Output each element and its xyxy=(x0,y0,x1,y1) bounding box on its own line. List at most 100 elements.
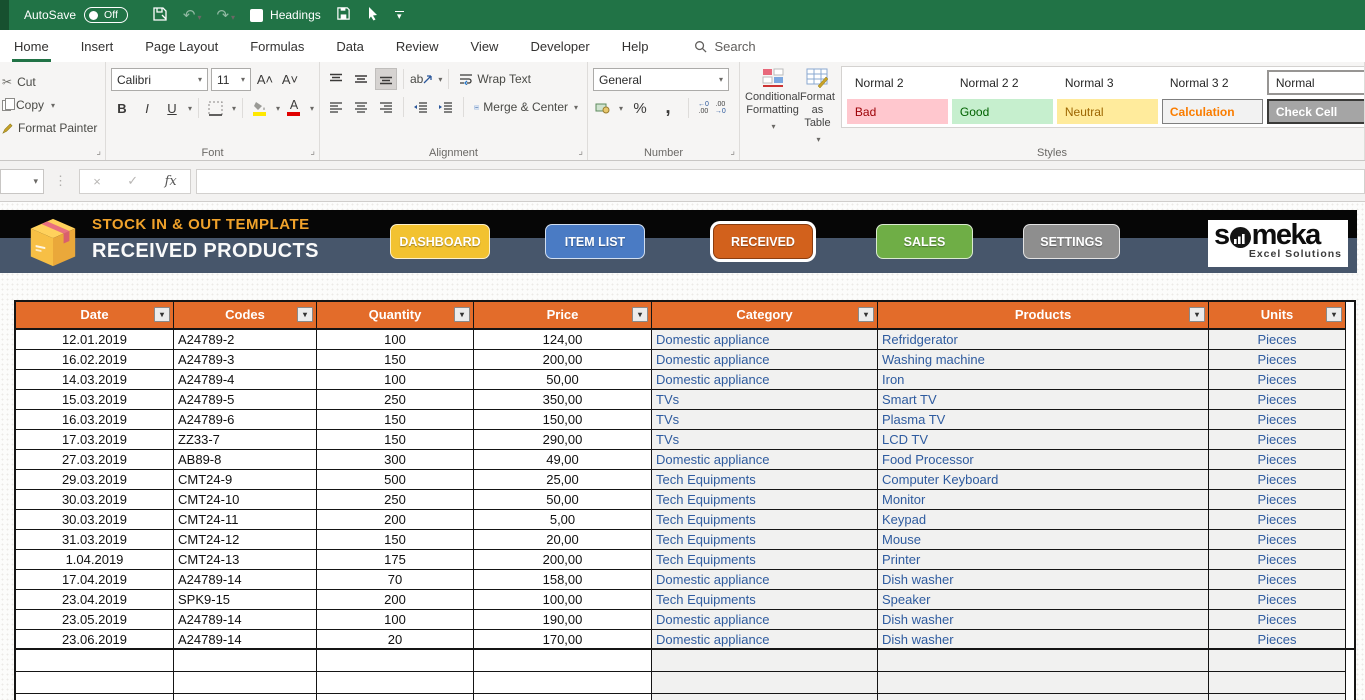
cell-price[interactable]: 50,00 xyxy=(474,490,652,510)
tab-formulas[interactable]: Formulas xyxy=(248,30,306,62)
cell-style-normal[interactable]: Normal xyxy=(1267,70,1365,95)
cell-quantity[interactable]: 200 xyxy=(317,590,474,610)
cell-unit[interactable]: Pieces xyxy=(1209,470,1346,490)
someka-logo[interactable]: smeka Excel Solutions xyxy=(1208,220,1348,267)
worksheet-area[interactable]: STOCK IN & OUT TEMPLATE RECEIVED PRODUCT… xyxy=(0,202,1365,700)
merge-dropdown-icon[interactable]: ▾ xyxy=(574,103,578,112)
bold-button[interactable]: B xyxy=(111,97,133,119)
decrease-decimal-button[interactable]: .00→0 xyxy=(715,101,726,115)
cell-code[interactable]: A24789-5 xyxy=(174,390,317,410)
empty-cell[interactable] xyxy=(652,650,878,672)
cell-product[interactable]: Mouse xyxy=(878,530,1209,550)
cell-unit[interactable]: Pieces xyxy=(1209,430,1346,450)
cell-quantity[interactable]: 150 xyxy=(317,410,474,430)
empty-cell[interactable] xyxy=(878,672,1209,694)
cell-code[interactable]: ZZ33-7 xyxy=(174,430,317,450)
tab-page-layout[interactable]: Page Layout xyxy=(143,30,220,62)
cell-date[interactable]: 29.03.2019 xyxy=(16,470,174,490)
empty-cell[interactable] xyxy=(16,650,174,672)
filter-button-price[interactable]: ▾ xyxy=(632,307,648,322)
cell-code[interactable]: CMT24-11 xyxy=(174,510,317,530)
cell-unit[interactable]: Pieces xyxy=(1209,570,1346,590)
alignment-dialog-launcher[interactable]: ⌟ xyxy=(578,147,583,157)
cell-unit[interactable]: Pieces xyxy=(1209,490,1346,510)
cell-quantity[interactable]: 150 xyxy=(317,350,474,370)
cell-price[interactable]: 25,00 xyxy=(474,470,652,490)
cell-price[interactable]: 200,00 xyxy=(474,550,652,570)
empty-cell[interactable] xyxy=(16,694,174,700)
cell-code[interactable]: A24789-2 xyxy=(174,330,317,350)
accounting-format-button[interactable] xyxy=(593,97,611,119)
align-right-button[interactable] xyxy=(375,96,397,118)
cell-unit[interactable]: Pieces xyxy=(1209,410,1346,430)
cell-code[interactable]: A24789-14 xyxy=(174,630,317,650)
cell-category[interactable]: Domestic appliance xyxy=(652,450,878,470)
grow-font-button[interactable]: A˄ xyxy=(254,69,276,91)
cell-price[interactable]: 170,00 xyxy=(474,630,652,650)
cell-quantity[interactable]: 150 xyxy=(317,430,474,450)
cell-product[interactable]: Monitor xyxy=(878,490,1209,510)
number-dialog-launcher[interactable]: ⌟ xyxy=(730,147,735,157)
underline-dropdown-icon[interactable]: ▾ xyxy=(188,104,192,113)
cell-unit[interactable]: Pieces xyxy=(1209,330,1346,350)
save-icon[interactable] xyxy=(336,6,351,24)
cell-unit[interactable]: Pieces xyxy=(1209,630,1346,650)
cell-price[interactable]: 158,00 xyxy=(474,570,652,590)
cell-product[interactable]: Iron xyxy=(878,370,1209,390)
tab-view[interactable]: View xyxy=(469,30,501,62)
cell-category[interactable]: Tech Equipments xyxy=(652,590,878,610)
cell-category[interactable]: Domestic appliance xyxy=(652,630,878,650)
cell-price[interactable]: 350,00 xyxy=(474,390,652,410)
cell-code[interactable]: CMT24-9 xyxy=(174,470,317,490)
tab-home[interactable]: Home xyxy=(12,30,51,62)
cell-product[interactable]: Computer Keyboard xyxy=(878,470,1209,490)
cell-style-normal-2-2[interactable]: Normal 2 2 xyxy=(952,70,1053,95)
formula-bar-handle[interactable]: ⋮ xyxy=(54,173,67,189)
cell-date[interactable]: 23.06.2019 xyxy=(16,630,174,650)
empty-cell[interactable] xyxy=(652,672,878,694)
cell-code[interactable]: CMT24-13 xyxy=(174,550,317,570)
merge-center-button[interactable]: Merge & Center ▾ xyxy=(470,96,582,118)
cell-unit[interactable]: Pieces xyxy=(1209,550,1346,570)
redo-icon[interactable]: ↷▾ xyxy=(216,8,235,23)
empty-cell[interactable] xyxy=(317,694,474,700)
cell-price[interactable]: 100,00 xyxy=(474,590,652,610)
nav-button-item-list[interactable]: ITEM LIST xyxy=(545,224,645,259)
cell-price[interactable]: 190,00 xyxy=(474,610,652,630)
cell-code[interactable]: SPK9-15 xyxy=(174,590,317,610)
cell-quantity[interactable]: 500 xyxy=(317,470,474,490)
wrap-text-button[interactable]: Wrap Text xyxy=(455,68,535,90)
increase-indent-button[interactable] xyxy=(435,96,457,118)
cell-product[interactable]: Smart TV xyxy=(878,390,1209,410)
cell-category[interactable]: Domestic appliance xyxy=(652,330,878,350)
formula-input[interactable] xyxy=(196,169,1365,194)
empty-cell[interactable] xyxy=(174,650,317,672)
cell-date[interactable]: 12.01.2019 xyxy=(16,330,174,350)
cell-category[interactable]: TVs xyxy=(652,410,878,430)
enter-icon[interactable]: ✓ xyxy=(127,173,138,189)
autosave-toggle[interactable]: AutoSave Off xyxy=(24,7,128,23)
cell-date[interactable]: 14.03.2019 xyxy=(16,370,174,390)
cell-category[interactable]: TVs xyxy=(652,390,878,410)
filter-button-codes[interactable]: ▾ xyxy=(297,307,313,322)
increase-decimal-button[interactable]: ←0.00 xyxy=(698,101,709,115)
name-box[interactable]: ▾ xyxy=(0,169,44,194)
headings-toggle[interactable]: Headings xyxy=(250,9,321,22)
cell-code[interactable]: A24789-14 xyxy=(174,610,317,630)
nav-button-settings[interactable]: SETTINGS xyxy=(1023,224,1120,259)
cell-style-bad[interactable]: Bad xyxy=(847,99,948,124)
cell-unit[interactable]: Pieces xyxy=(1209,590,1346,610)
cell-unit[interactable]: Pieces xyxy=(1209,610,1346,630)
cell-category[interactable]: Tech Equipments xyxy=(652,550,878,570)
font-name-select[interactable]: Calibri▾ xyxy=(111,68,208,91)
cell-product[interactable]: Dish washer xyxy=(878,610,1209,630)
decrease-indent-button[interactable] xyxy=(410,96,432,118)
conditional-formatting-button[interactable]: Conditional Formatting▾ xyxy=(745,66,800,133)
cell-price[interactable]: 290,00 xyxy=(474,430,652,450)
cell-quantity[interactable]: 70 xyxy=(317,570,474,590)
empty-cell[interactable] xyxy=(1209,672,1346,694)
cell-category[interactable]: Domestic appliance xyxy=(652,350,878,370)
cell-date[interactable]: 16.03.2019 xyxy=(16,410,174,430)
empty-cell[interactable] xyxy=(16,672,174,694)
cell-style-neutral[interactable]: Neutral xyxy=(1057,99,1158,124)
